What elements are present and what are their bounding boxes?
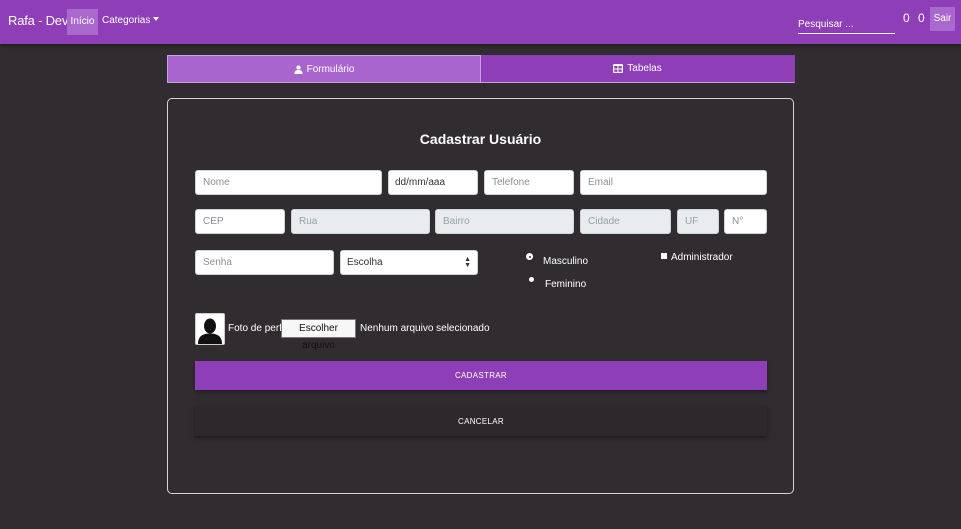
birthdate-value: dd/mm/aaa	[395, 177, 446, 188]
radio-female[interactable]	[529, 277, 534, 282]
tab-form-label: Formulário	[306, 63, 355, 75]
tab-form[interactable]: Formulário	[167, 55, 481, 83]
file-status: Nenhum arquivo selecionado	[360, 323, 490, 334]
photo-label: Foto de perfil	[228, 323, 287, 334]
name-field[interactable]	[195, 170, 382, 195]
district-field[interactable]	[435, 209, 574, 234]
cep-field[interactable]	[195, 209, 285, 234]
nav-home-link[interactable]: Início	[67, 9, 98, 35]
birthdate-field[interactable]: dd/mm/aaa	[388, 170, 478, 195]
radio-female-label: Feminino	[545, 279, 587, 290]
select-arrows-icon: ▲ ▼	[464, 255, 471, 269]
phone-field[interactable]	[484, 170, 574, 195]
table-icon	[613, 64, 624, 73]
admin-checkbox[interactable]	[661, 253, 667, 259]
person-silhouette-icon	[198, 318, 222, 344]
form-title: Cadastrar Usuário	[419, 131, 542, 147]
password-field[interactable]	[195, 250, 334, 275]
user-icon	[294, 64, 303, 74]
exit-button[interactable]: Sair	[930, 7, 955, 31]
choice-select[interactable]: Escolha ▲ ▼	[340, 250, 478, 275]
radio-male-label: Masculino	[543, 256, 589, 267]
submit-button[interactable]: CADASTRAR	[195, 361, 767, 390]
email-field[interactable]	[580, 170, 767, 195]
top-navbar: Rafa - Dev Início Categorias 0 0 Sair	[0, 0, 961, 44]
state-field[interactable]	[677, 209, 719, 234]
search-input[interactable]	[798, 12, 895, 34]
chevron-down-icon	[153, 17, 160, 22]
choose-file-button[interactable]: Escolher arquivo	[281, 319, 356, 351]
admin-checkbox-label: Administrador	[671, 252, 733, 263]
brand-logo[interactable]: Rafa - Dev	[8, 13, 68, 28]
tab-tables-label: Tabelas	[627, 63, 662, 74]
profile-avatar	[195, 313, 225, 345]
counter-a: 0	[903, 11, 910, 25]
counter-b: 0	[918, 11, 925, 25]
nav-categories-dropdown[interactable]: Categorias	[102, 15, 160, 26]
tab-tables[interactable]: Tabelas	[481, 55, 795, 83]
number-field[interactable]	[724, 209, 767, 234]
nav-categories-label: Categorias	[102, 15, 151, 26]
cancel-button[interactable]: CANCELAR	[195, 406, 767, 436]
street-field[interactable]	[291, 209, 430, 234]
city-field[interactable]	[580, 209, 671, 234]
radio-male[interactable]	[527, 254, 532, 259]
choice-select-value: Escolha	[347, 257, 383, 268]
